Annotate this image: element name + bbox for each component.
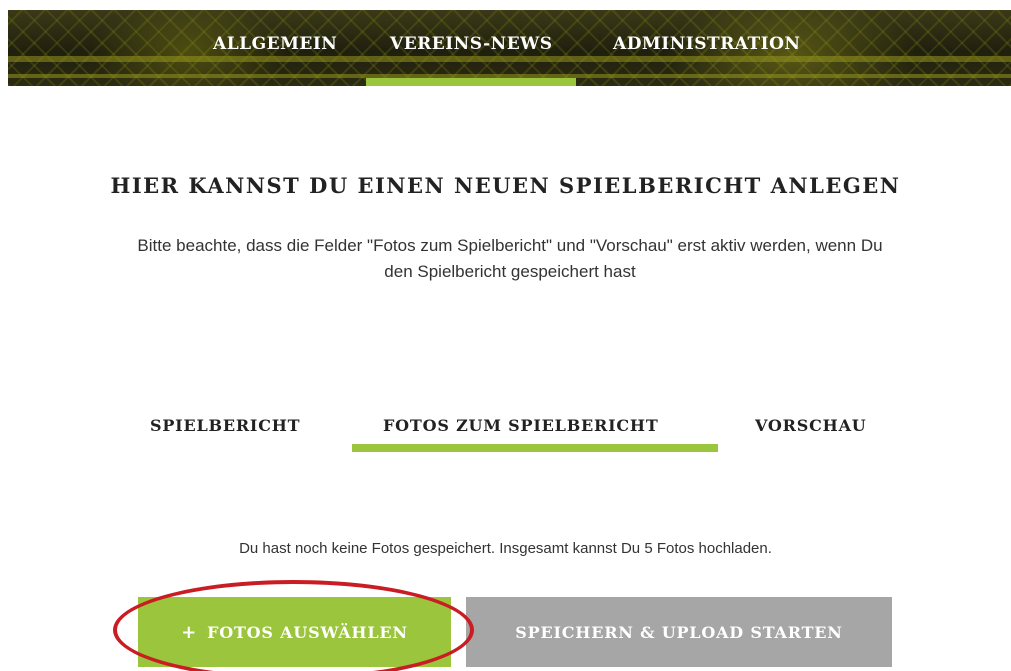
- top-nav-banner: ALLGEMEIN VEREINS-NEWS ADMINISTRATION: [8, 10, 1011, 86]
- tab-fotos-zum-spielbericht[interactable]: FOTOS ZUM SPIELBERICHT: [383, 416, 659, 435]
- nav-item-allgemein[interactable]: ALLGEMEIN: [213, 34, 337, 54]
- page-title: HIER KANNST DU EINEN NEUEN SPIELBERICHT …: [110, 173, 901, 198]
- select-photos-label: FOTOS AUSWÄHLEN: [207, 622, 408, 642]
- intro-line: den Spielbericht gespeichert hast: [384, 262, 636, 281]
- nav-item-vereins-news[interactable]: VEREINS-NEWS: [390, 34, 553, 54]
- save-upload-label: SPEICHERN & UPLOAD STARTEN: [515, 622, 843, 642]
- save-upload-button[interactable]: SPEICHERN & UPLOAD STARTEN: [466, 597, 892, 667]
- tab-active-indicator: [352, 444, 718, 452]
- nav-active-indicator: [366, 78, 576, 86]
- tab-vorschau[interactable]: VORSCHAU: [755, 416, 867, 435]
- select-photos-button[interactable]: + FOTOS AUSWÄHLEN: [138, 597, 451, 667]
- plus-icon: +: [181, 621, 198, 643]
- banner-decor-bar: [8, 56, 1011, 62]
- nav-item-administration[interactable]: ADMINISTRATION: [613, 34, 800, 54]
- photo-info-text: Du hast noch keine Fotos gespeichert. In…: [239, 540, 772, 557]
- tab-spielbericht[interactable]: SPIELBERICHT: [150, 416, 300, 435]
- intro-line: Bitte beachte, dass die Felder "Fotos zu…: [137, 236, 883, 255]
- intro-text: Bitte beachte, dass die Felder "Fotos zu…: [40, 233, 980, 285]
